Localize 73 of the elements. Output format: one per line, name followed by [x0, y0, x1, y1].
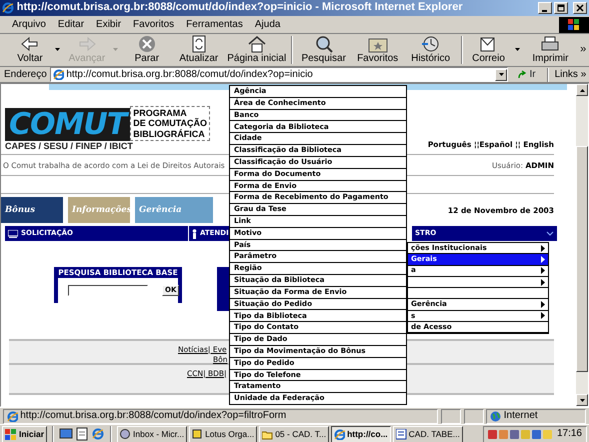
printer-icon	[539, 35, 562, 53]
submenu-item[interactable]	[408, 276, 548, 288]
notepad-icon[interactable]	[75, 427, 90, 441]
toolbar-button[interactable]: Favoritos	[352, 34, 404, 66]
down-arrow-icon	[580, 398, 584, 402]
menu-item[interactable]: Ferramentas	[180, 18, 249, 30]
overflow-chevron[interactable]: »	[577, 43, 589, 57]
up-arrow-icon	[580, 88, 584, 92]
person-icon	[192, 228, 197, 238]
address-label: Endereço	[4, 68, 47, 80]
windows-flag-icon	[5, 428, 17, 440]
logo-caption: CAPES / SESU / FINEP / IBICT	[5, 141, 134, 152]
minimize-button[interactable]	[538, 2, 552, 14]
close-icon	[576, 4, 584, 12]
page-icon	[52, 69, 64, 80]
page-icon	[6, 410, 18, 422]
logo-wordmark: COMUT	[5, 108, 130, 142]
scroll-thumb[interactable]	[576, 146, 588, 372]
start-button[interactable]: Iniciar	[2, 426, 48, 442]
dropdown-button[interactable]	[495, 68, 508, 80]
caret-icon[interactable]	[55, 48, 60, 51]
status-text: http://comut.brisa.org.br:8088/comut/do/index?op=filtroForm	[2, 408, 438, 424]
status-panel	[440, 408, 461, 424]
toolbar-button[interactable]: Imprimir	[523, 34, 578, 66]
maximize-icon	[557, 4, 566, 12]
menu-item[interactable]: Favoritos	[127, 18, 180, 30]
taskbar-button[interactable]: CAD. TABE...	[392, 426, 463, 442]
arrow-icon	[516, 70, 527, 80]
toolbar-button[interactable]: Correio	[466, 34, 512, 66]
taskbar-button[interactable]: Inbox - Micr...	[117, 426, 188, 442]
windows-flag-icon	[568, 18, 580, 30]
globe-icon	[120, 428, 132, 440]
toolbar-button[interactable]: Voltar	[8, 34, 52, 66]
window-title: http://comut.brisa.org.br:8088/comut/do/index?op=inicio - Microsoft Internet Explorer	[16, 1, 464, 15]
toolbar-button[interactable]: Página inicial	[226, 34, 288, 66]
close-button[interactable]	[573, 2, 587, 14]
globe-icon	[490, 410, 501, 422]
toolbar-button[interactable]: Parar	[122, 34, 172, 66]
toolbar-button[interactable]: Pesquisar	[296, 34, 352, 66]
caret-icon	[498, 73, 504, 76]
menu-item[interactable]: Exibir	[90, 18, 128, 30]
scroll-up-button[interactable]	[576, 84, 588, 96]
chevron-down-icon	[546, 231, 554, 236]
toolbar-button[interactable]: Histórico	[404, 34, 458, 66]
banner-link[interactable]: Bônus	[1, 197, 63, 223]
house-icon	[246, 35, 268, 53]
caret-icon[interactable]	[514, 48, 520, 51]
clock: 17:16	[556, 428, 582, 440]
status-panel	[464, 408, 484, 424]
go-button[interactable]: Ir	[511, 67, 542, 82]
browser-icon	[334, 428, 346, 440]
taskbar-button[interactable]: Lotus Orga...	[189, 426, 258, 442]
desktop-icon[interactable]	[59, 427, 74, 441]
taskbar-button[interactable]: http://co...	[331, 426, 391, 442]
zone-panel: Internet	[486, 408, 586, 424]
book-icon	[192, 428, 204, 440]
scroll-down-button[interactable]	[576, 394, 588, 406]
address-field[interactable]: http://comut.brisa.org.br:8088/comut/do/index?op=inicio	[50, 67, 508, 82]
taskbar-button[interactable]: 05 - CAD. T...	[259, 426, 330, 442]
search-panel	[217, 267, 229, 311]
maximize-button[interactable]	[554, 2, 568, 14]
toolbar-button[interactable]: Atualizar	[172, 34, 226, 66]
scrollbar[interactable]	[576, 84, 588, 406]
menu-item[interactable]: Arquivo	[6, 18, 52, 30]
browser-icon	[2, 2, 14, 14]
folder-icon	[262, 428, 274, 440]
menu-item[interactable]: Ajuda	[248, 18, 286, 30]
monitor-icon	[8, 230, 18, 238]
overflow-chevron[interactable]: »	[580, 68, 589, 80]
document-icon	[396, 428, 407, 440]
links-button[interactable]: Links	[554, 68, 578, 80]
logo-subtitle: PROGRAMA DE COMUTAÇÃO BIBLIOGRÁFICA	[130, 106, 210, 142]
menu-item[interactable]: Editar	[52, 18, 90, 30]
